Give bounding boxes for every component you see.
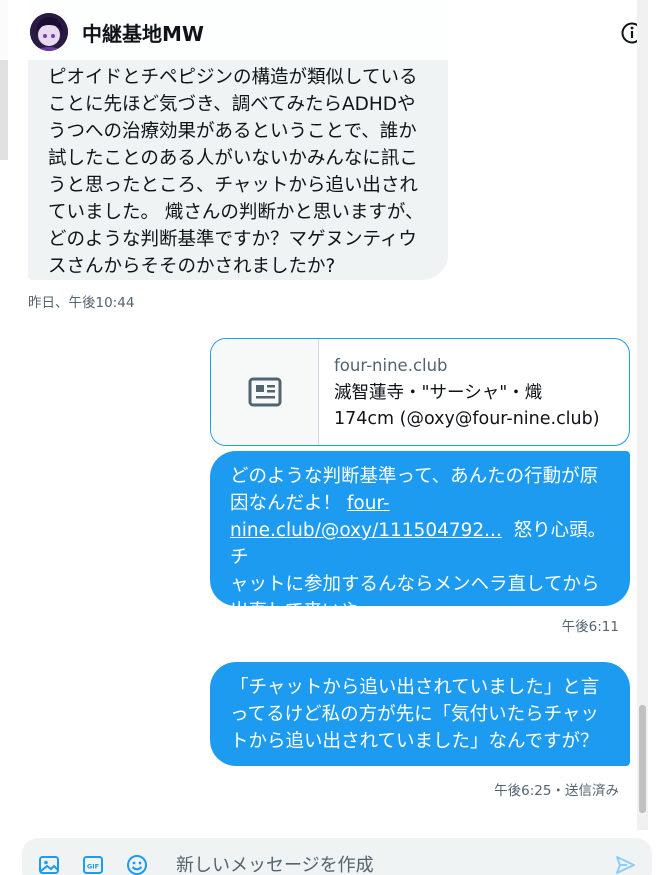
message-composer: GIF (22, 838, 652, 875)
message-input[interactable] (176, 851, 596, 875)
sent-message-text: どのような判断基準って、あんたの行動が原 因なんだよ！ (230, 466, 599, 514)
received-message-time: 昨日、午後10:44 (28, 295, 135, 311)
sent-message-bubble: 「チャットから追い出されていました」と言 ってるけど私の方が先に「気付いたらチャ… (210, 662, 630, 766)
scrollbar[interactable] (637, 0, 648, 830)
conversation-scroll-area[interactable]: ピオイドとチペピジンの構造が類似している ことに先ほど気づき、調べてみたらADH… (0, 0, 648, 830)
send-icon[interactable] (614, 854, 636, 875)
link-preview-title: 滅智蓮寺・"サーシャ"・熾 174cm (@oxy@four-nine.club… (334, 383, 600, 429)
link-preview-thumbnail (211, 339, 319, 445)
sent-message-status: 午後6:25・送信済み (494, 783, 619, 799)
scrollbar-thumb[interactable] (639, 705, 646, 813)
link-preview-card[interactable]: four-nine.club 滅智蓮寺・"サーシャ"・熾 174cm (@oxy… (210, 338, 630, 446)
svg-text:GIF: GIF (87, 863, 99, 871)
conversation-header: 中継基地MW (0, 0, 648, 60)
gif-icon[interactable]: GIF (82, 854, 104, 875)
sent-message-time: 午後6:11 (561, 619, 619, 635)
avatar[interactable] (30, 13, 68, 51)
link-preview-domain: four-nine.club (334, 356, 448, 375)
conversation-title: 中継基地MW (82, 22, 204, 46)
sent-message-bubble: どのような判断基準って、あんたの行動が原 因なんだよ！ four- nine.c… (210, 451, 630, 622)
sent-message-text: 「チャットから追い出されていました」と言 ってるけど私の方が先に「気付いたらチャ… (230, 677, 600, 752)
received-message-text: ピオイドとチペピジンの構造が類似している ことに先ほど気づき、調べてみたらADH… (48, 67, 424, 277)
emoji-icon[interactable] (126, 854, 148, 875)
article-icon (248, 377, 281, 407)
image-icon[interactable] (38, 854, 60, 875)
message-composer-area: GIF (0, 830, 659, 875)
